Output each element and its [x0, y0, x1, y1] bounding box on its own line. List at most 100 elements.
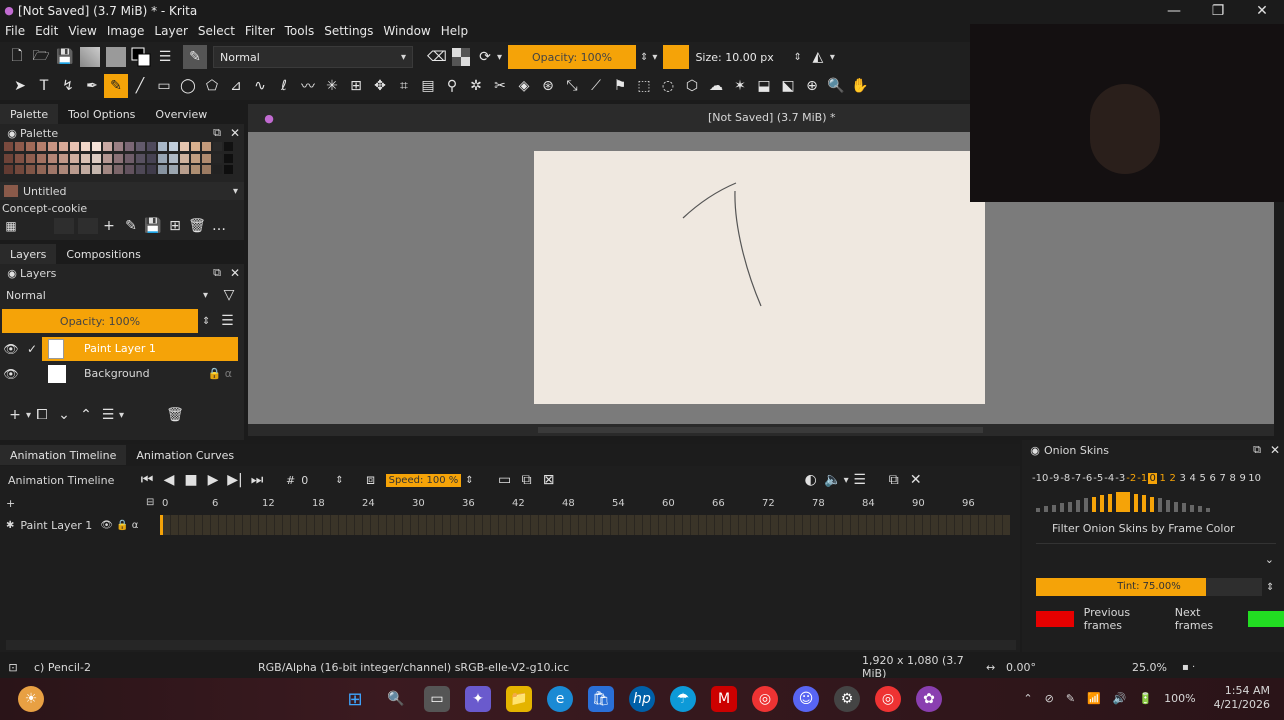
visibility-icon[interactable]: 👁 🔒 α: [100, 520, 138, 531]
palette-swatch[interactable]: [26, 153, 35, 163]
save-icon[interactable]: 💾: [142, 215, 164, 237]
trash-icon[interactable]: 🗑: [186, 215, 208, 237]
add-icon[interactable]: +: [98, 215, 120, 237]
palette-swatch[interactable]: [70, 142, 79, 151]
onion-opacity-bar[interactable]: [1198, 506, 1202, 512]
palette-swatch[interactable]: [114, 142, 123, 151]
add-frame-icon[interactable]: ▭: [494, 469, 516, 491]
spin-arrows-icon[interactable]: ⇕: [335, 475, 343, 486]
text-tool-icon[interactable]: T: [32, 74, 56, 98]
palette-swatch[interactable]: [92, 142, 101, 151]
palette-swatch[interactable]: [59, 153, 68, 163]
palette-swatch[interactable]: [224, 165, 233, 175]
palette-swatch[interactable]: [202, 165, 211, 175]
palette-swatch[interactable]: [103, 165, 112, 175]
pan-tool-icon[interactable]: ✋: [848, 74, 872, 98]
palette-swatch[interactable]: [202, 153, 211, 163]
open-document-icon[interactable]: 🗁: [29, 45, 53, 69]
mcafee-icon[interactable]: M: [711, 686, 737, 712]
wifi-icon[interactable]: 📶: [1087, 692, 1101, 705]
menu-filter[interactable]: Filter: [240, 24, 280, 38]
grid-icon[interactable]: ⊞: [164, 215, 186, 237]
discord-icon[interactable]: ☺: [793, 686, 819, 712]
onion-opacity-bar[interactable]: [1158, 498, 1162, 512]
palette-swatch[interactable]: [158, 165, 167, 175]
volume-icon[interactable]: 🔊: [1113, 692, 1127, 705]
layer-item-active[interactable]: Paint Layer 1: [42, 336, 238, 361]
palette-swatch[interactable]: [92, 153, 101, 163]
scrollbar-thumb[interactable]: [538, 427, 983, 433]
timeline-menu-icon[interactable]: ☰: [849, 469, 871, 491]
filter-icon[interactable]: ▽: [218, 284, 240, 306]
timeline-scrollbar[interactable]: [6, 640, 1016, 650]
brush-preset-icon[interactable]: ✎: [183, 45, 207, 69]
multibrush-icon[interactable]: ✳: [320, 74, 344, 98]
onion-frame-number[interactable]: 3: [1178, 473, 1187, 484]
remove-frame-icon[interactable]: ⊠: [538, 469, 560, 491]
onion-opacity-bar[interactable]: [1134, 493, 1138, 512]
onion-frame-number[interactable]: 6: [1208, 473, 1217, 484]
chevron-down-icon[interactable]: ▾: [652, 52, 657, 63]
onion-frame-number[interactable]: 10: [1248, 473, 1261, 484]
palette-swatch[interactable]: [136, 165, 145, 175]
onion-opacity-bar[interactable]: [1108, 493, 1112, 512]
palette-swatch[interactable]: [213, 142, 222, 151]
palette-swatch[interactable]: [147, 142, 156, 151]
onion-frame-number[interactable]: 4: [1188, 473, 1197, 484]
assistant-tool-icon[interactable]: ✂: [488, 74, 512, 98]
magnetic-select-icon[interactable]: ⊕: [800, 74, 824, 98]
frame-cells[interactable]: [160, 515, 1010, 535]
mirror-horizontal-icon[interactable]: ◭: [806, 45, 830, 69]
onion-opacity-bar[interactable]: [1206, 508, 1210, 512]
store-icon[interactable]: 🛍: [588, 686, 614, 712]
palette-swatch[interactable]: [125, 142, 134, 151]
close-icon[interactable]: ✕: [1240, 0, 1284, 22]
palette-swatch[interactable]: [103, 153, 112, 163]
add-layer-icon[interactable]: +: [4, 404, 26, 426]
horizontal-scrollbar[interactable]: [248, 424, 1274, 436]
onion-frame-number[interactable]: 7: [1218, 473, 1227, 484]
palette-swatch[interactable]: [81, 165, 90, 175]
chrome-profile-icon[interactable]: ◎: [875, 686, 901, 712]
drop-frames-icon[interactable]: ⧈: [360, 469, 382, 491]
onion-frame-number[interactable]: -3: [1115, 473, 1125, 484]
expand-chevron-icon[interactable]: ⌄: [1265, 553, 1274, 566]
onion-opacity-bar[interactable]: [1100, 495, 1104, 512]
weather-app-icon[interactable]: ☂: [670, 686, 696, 712]
frame-ruler[interactable]: + ⊟ 0 6 12 18 24 30 36 42 48 54 60 66 72 78 84 90 96: [0, 497, 1020, 512]
duplicate-frame-icon[interactable]: ⧉: [516, 469, 538, 491]
timeline-layer-row[interactable]: ✱ Paint Layer 1 👁 🔒 α: [0, 514, 160, 536]
palette-swatch[interactable]: [136, 142, 145, 151]
speed-label[interactable]: Speed: 100 %: [385, 473, 462, 487]
save-icon[interactable]: 💾: [53, 45, 77, 69]
gradient-swatch[interactable]: [80, 47, 100, 67]
palette-select[interactable]: Untitled ▾: [0, 182, 244, 200]
menu-select[interactable]: Select: [193, 24, 240, 38]
checkmark-icon[interactable]: ✓: [22, 338, 42, 360]
onion-opacity-bar[interactable]: [1084, 498, 1088, 512]
palette-swatch[interactable]: [15, 165, 24, 175]
file-explorer-icon[interactable]: 📁: [506, 686, 532, 712]
freehand-brush-icon[interactable]: ✎: [104, 74, 128, 98]
onion-opacity-bar[interactable]: [1182, 503, 1186, 512]
canvas-paper[interactable]: [534, 151, 985, 404]
swatch-slot[interactable]: [54, 218, 74, 234]
onion-frame-number[interactable]: -6: [1082, 473, 1092, 484]
layer-row[interactable]: 👁 Background 🔒 α: [0, 361, 244, 386]
ruler-tool-icon[interactable]: ⟋: [584, 74, 608, 98]
edge-icon[interactable]: e: [547, 686, 573, 712]
frame-number[interactable]: 0: [301, 474, 335, 487]
opacity-slider[interactable]: Opacity: 100%: [508, 45, 637, 69]
edit-icon[interactable]: ✎: [120, 215, 142, 237]
palette-swatch[interactable]: [70, 165, 79, 175]
menu-edit[interactable]: Edit: [30, 24, 63, 38]
palette-swatch[interactable]: [4, 142, 13, 151]
palette-swatch[interactable]: [169, 165, 178, 175]
new-document-icon[interactable]: 🗋: [5, 45, 29, 69]
network-off-icon[interactable]: ⊘: [1045, 692, 1054, 705]
tab-palette[interactable]: Palette: [0, 104, 59, 124]
onion-frame-number[interactable]: -2: [1126, 473, 1136, 484]
onion-frame-number[interactable]: -10: [1032, 473, 1048, 484]
line-tool-icon[interactable]: ╱: [128, 74, 152, 98]
swatch-slot[interactable]: [78, 218, 98, 234]
